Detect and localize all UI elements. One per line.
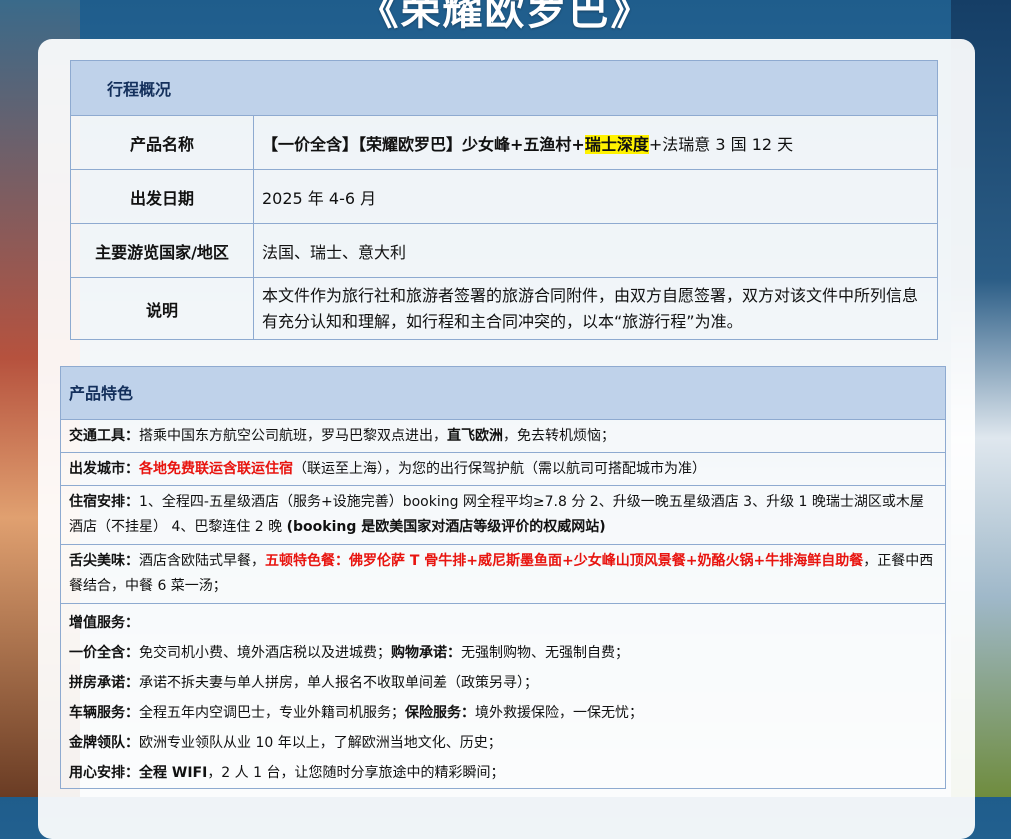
- product-name-highlight: 瑞士深度: [584, 134, 649, 154]
- hotel-row: 住宿安排：1、全程四-五星级酒店（服务+设施完善）booking 网全程平均≥7…: [60, 485, 946, 545]
- notes-label: 说明: [70, 277, 254, 340]
- food-row: 舌尖美味：酒店含欧陆式早餐，五顿特色餐：佛罗伦萨 T 骨牛排+威尼斯墨鱼面+少女…: [60, 544, 946, 604]
- overview-table: 行程概况 产品名称 【一价全含】【荣耀欧罗巴】少女峰+五渔村+瑞士深度+法瑞意 …: [70, 60, 938, 340]
- features-table: 产品特色 交通工具：搭乘中国东方航空公司航班，罗马巴黎双点进出，直飞欧洲，免去转…: [60, 366, 946, 789]
- notes-value: 本文件作为旅行社和旅游者签署的旅游合同附件，由双方自愿签署，双方对该文件中所列信…: [253, 277, 938, 340]
- departure-row: 出发城市：各地免费联运含联运住宿（联运至上海），为您的出行保驾护航（需以航司可搭…: [60, 452, 946, 486]
- transport-row: 交通工具：搭乘中国东方航空公司航班，罗马巴黎双点进出，直飞欧洲，免去转机烦恼；: [60, 419, 946, 453]
- product-name-label: 产品名称: [70, 115, 254, 170]
- date-label: 出发日期: [70, 169, 254, 224]
- itinerary-card: 行程概况 产品名称 【一价全含】【荣耀欧罗巴】少女峰+五渔村+瑞士深度+法瑞意 …: [38, 39, 975, 839]
- overview-heading: 行程概况: [70, 60, 938, 116]
- features-heading: 产品特色: [60, 366, 946, 420]
- date-value: 2025 年 4-6 月: [253, 169, 938, 224]
- countries-value: 法国、瑞士、意大利: [253, 223, 938, 278]
- product-name-value: 【一价全含】【荣耀欧罗巴】少女峰+五渔村+瑞士深度+法瑞意 3 国 12 天: [253, 115, 938, 170]
- value-added-row: 增值服务： 一价全含：免交司机小费、境外酒店税以及进城费；购物承诺：无强制购物、…: [60, 603, 946, 789]
- banner-title: 《荣耀欧罗巴》: [358, 0, 653, 34]
- countries-label: 主要游览国家/地区: [70, 223, 254, 278]
